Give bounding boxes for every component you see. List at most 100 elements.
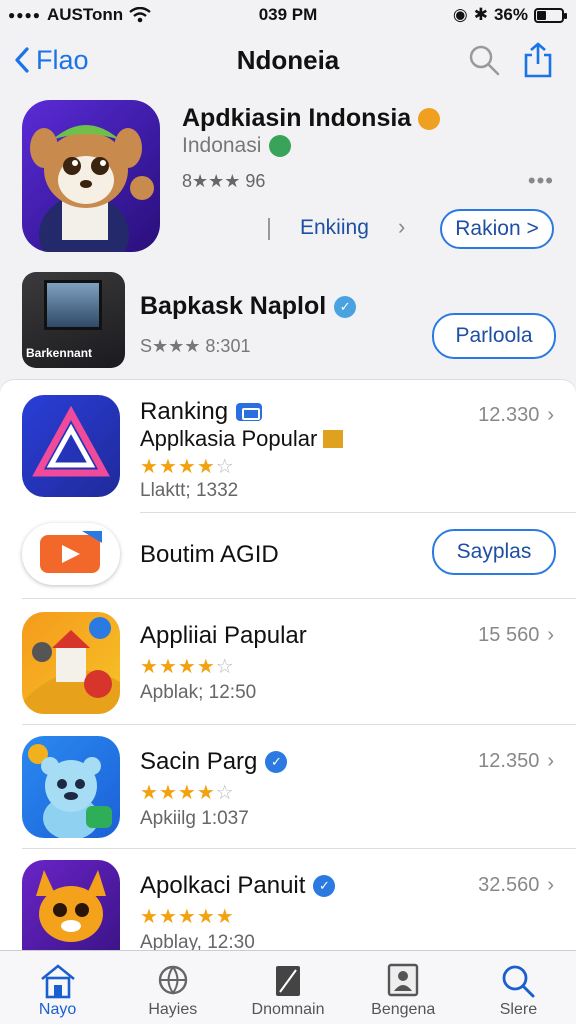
- globe-icon: [158, 965, 187, 995]
- search-icon[interactable]: [468, 44, 500, 76]
- star-rating: ★★★★☆: [140, 454, 235, 479]
- featured-title: Apdkiasin Indonsia: [182, 104, 441, 133]
- verified-icon: ✓: [313, 875, 336, 897]
- tab-label: Bengena: [371, 1001, 436, 1018]
- person-frame-icon: [388, 963, 419, 997]
- status-right: ◉ ✱ 36%: [452, 5, 567, 25]
- tab-home[interactable]: Nayo: [0, 951, 115, 1024]
- tab-dnomnain[interactable]: Dnomnain: [230, 951, 345, 1024]
- star-full-icon: ★: [158, 906, 178, 928]
- app-count-text: 12.330: [478, 404, 540, 426]
- app-meta: Apkiilg 1:037: [140, 808, 249, 829]
- app-title: Ranking: [140, 398, 263, 426]
- app-icon: [22, 736, 120, 838]
- battery-fill: [537, 10, 546, 20]
- more-icon[interactable]: •••: [528, 168, 554, 194]
- app-list: Ranking Applkasia Popular ★★★★☆ Llaktt; …: [0, 380, 576, 953]
- tab-hayies[interactable]: Hayies: [115, 951, 230, 1024]
- chevron-right-icon: ›: [547, 874, 554, 896]
- app-count-text: 12.350: [478, 750, 540, 772]
- chevron-right-icon: ›: [398, 214, 406, 239]
- search-icon: [503, 965, 535, 998]
- mascot-icon: [30, 125, 154, 252]
- star-full-icon: ★: [158, 656, 178, 678]
- app-subtitle: Applkasia Popular: [140, 426, 344, 452]
- status-left: ●●●● AUSTonn: [8, 5, 151, 25]
- app-title-text: Sacin Parg: [140, 748, 258, 775]
- ranking-button[interactable]: Rakion >: [440, 209, 554, 249]
- home-icon: [40, 964, 75, 999]
- bluetooth-icon: ✱: [473, 5, 488, 24]
- app-count: 15 560 ›: [478, 624, 554, 647]
- emoji-icon: [418, 108, 441, 131]
- app-count: 12.330 ›: [478, 404, 554, 427]
- battery-percent: 36%: [493, 5, 528, 24]
- divider: [22, 848, 576, 849]
- star-rating: ★★★★☆: [140, 780, 235, 805]
- star-rating: ★★★★★: [140, 904, 235, 929]
- app-icon: [22, 860, 120, 952]
- location-icon: ◉: [452, 5, 468, 24]
- verified-icon: ✓: [265, 751, 288, 773]
- app-count-text: 32.560: [478, 874, 540, 896]
- app-icon: [22, 523, 120, 585]
- bear-mascot-icon: [28, 744, 112, 838]
- star-full-icon: ★: [177, 656, 197, 678]
- back-label: Flao: [36, 44, 89, 75]
- divider: [22, 724, 576, 725]
- featured-rating: 8★★★ 96: [182, 171, 266, 191]
- tab-label: Nayo: [38, 1001, 77, 1018]
- app-title-text: Ranking: [140, 398, 229, 425]
- star-full-icon: ★: [140, 656, 159, 678]
- star-half-icon: ★: [215, 906, 235, 928]
- featured-app-icon[interactable]: [22, 100, 160, 252]
- star-empty-icon: ☆: [215, 456, 235, 478]
- temple-icon: [22, 617, 120, 714]
- signal-icon: ●●●●: [8, 8, 41, 22]
- nav-actions: [468, 42, 554, 78]
- featured-title-text: Apdkiasin Indonsia: [182, 104, 412, 132]
- featured-subtitle: Indonasi: [182, 134, 292, 158]
- star-full-icon: ★: [158, 456, 178, 478]
- app-icon: [22, 612, 120, 714]
- back-button[interactable]: Flao: [14, 45, 89, 76]
- nav-bar: Flao Ndoneia: [0, 34, 576, 86]
- tab-bengena[interactable]: Bengena: [346, 951, 461, 1024]
- divider: [22, 598, 576, 599]
- star-full-icon: ★: [177, 456, 197, 478]
- app-count: 12.350 ›: [478, 750, 554, 773]
- divider: [268, 218, 270, 240]
- star-full-icon: ★: [140, 906, 159, 928]
- app-count-text: 15 560: [478, 624, 540, 646]
- badge-icon: [236, 403, 263, 421]
- star-full-icon: ★: [177, 782, 197, 804]
- chevron-right-icon: ›: [547, 624, 554, 646]
- house-icon: [323, 430, 344, 448]
- ranking-link[interactable]: Enkiing: [300, 216, 369, 240]
- app-meta: Apblak; 12:50: [140, 682, 257, 703]
- verified-icon: [269, 135, 292, 157]
- star-full-icon: ★: [177, 906, 197, 928]
- second-featured-app-icon[interactable]: Barkennant: [22, 272, 125, 368]
- star-full-icon: ★: [140, 456, 159, 478]
- app-title: Sacin Parg ✓: [140, 748, 288, 776]
- pen-icon: [276, 966, 300, 996]
- star-rating: ★★★★☆: [140, 654, 235, 679]
- app-title: Appliiai Papular: [140, 622, 307, 649]
- tab-label: Hayies: [148, 1001, 198, 1018]
- triangle-logo-icon: [32, 405, 110, 477]
- second-featured-rating: S★★★ 8:301: [140, 336, 251, 356]
- app-subtitle-text: Applkasia Popular: [140, 426, 318, 451]
- install-button[interactable]: Sayplas: [432, 529, 556, 575]
- get-button[interactable]: Parloola: [432, 313, 556, 359]
- tab-label: Dnomnain: [251, 1001, 325, 1018]
- featured-subtitle-text: Indonasi: [182, 134, 262, 157]
- status-bar: ●●●● AUSTonn 039 PM ◉ ✱ 36%: [0, 0, 576, 30]
- share-icon[interactable]: [522, 42, 554, 78]
- app-title: Apolkaci Panuit ✓: [140, 872, 336, 900]
- wifi-icon: [129, 7, 151, 23]
- tab-search[interactable]: Slere: [461, 951, 576, 1024]
- app-title-text: Apolkaci Panuit: [140, 872, 306, 899]
- tab-label: Slere: [499, 1001, 538, 1018]
- star-full-icon: ★: [158, 782, 178, 804]
